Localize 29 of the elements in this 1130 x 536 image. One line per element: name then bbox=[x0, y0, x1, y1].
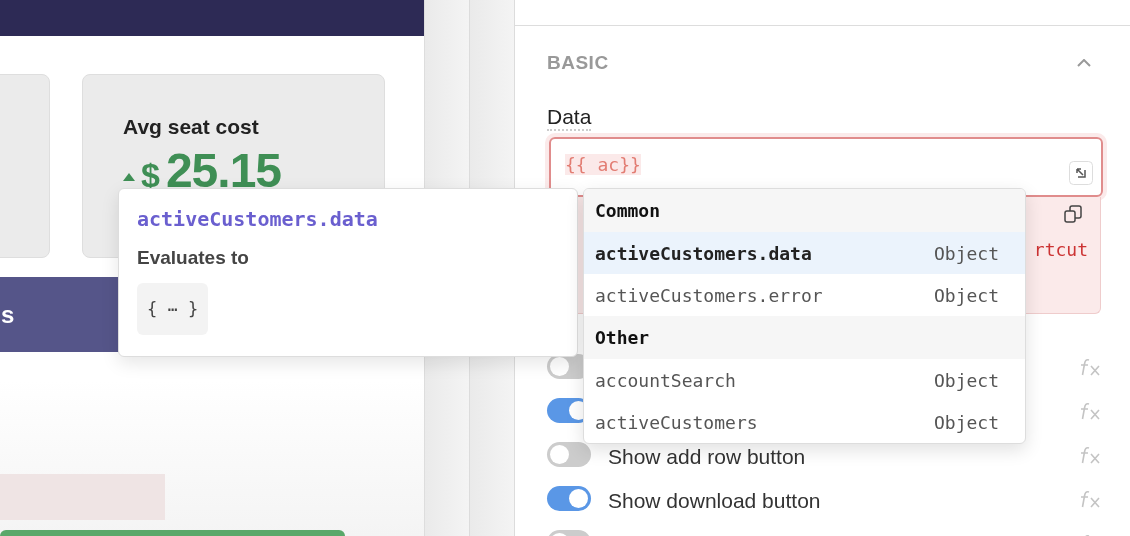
chevron-icon[interactable] bbox=[1077, 59, 1091, 67]
expand-icon[interactable] bbox=[1069, 161, 1093, 185]
error-text: rtcut bbox=[1033, 239, 1088, 260]
stat-value: 25.15 bbox=[165, 143, 282, 198]
group-header: Common bbox=[584, 189, 1025, 232]
copy-icon[interactable] bbox=[1064, 205, 1082, 223]
currency-symbol: $ bbox=[141, 156, 160, 195]
function-icon[interactable] bbox=[1079, 488, 1103, 509]
function-icon[interactable] bbox=[1079, 400, 1103, 421]
suggestion-item[interactable]: activeCustomers.data Object bbox=[584, 232, 1025, 274]
function-icon[interactable] bbox=[1079, 444, 1103, 465]
tooltip-subtitle: Evaluates to bbox=[137, 247, 250, 269]
group-header: Other bbox=[584, 316, 1025, 359]
toggle-switch[interactable] bbox=[547, 442, 591, 467]
stat-label: Avg seat cost bbox=[123, 115, 260, 139]
suggestion-item[interactable]: activeCustomers Object bbox=[584, 401, 1025, 443]
section-title: BASIC bbox=[547, 52, 609, 74]
toggle-switch[interactable] bbox=[547, 486, 591, 511]
code-text: {{ ac}} bbox=[565, 153, 641, 175]
toggle-label: Show download button bbox=[608, 488, 821, 513]
tooltip-title: activeCustomers.data bbox=[137, 207, 379, 231]
function-icon[interactable] bbox=[1079, 356, 1103, 377]
banner-text: s bbox=[1, 300, 15, 329]
suggestion-item[interactable]: activeCustomers.error Object bbox=[584, 274, 1025, 316]
suggestion-item[interactable]: accountSearch Object bbox=[584, 359, 1025, 401]
field-label: Data bbox=[547, 105, 592, 131]
value-preview[interactable]: { ⋯ } bbox=[137, 283, 209, 335]
toggle-label: Show add row button bbox=[608, 444, 806, 469]
trend-up-icon bbox=[123, 172, 135, 181]
